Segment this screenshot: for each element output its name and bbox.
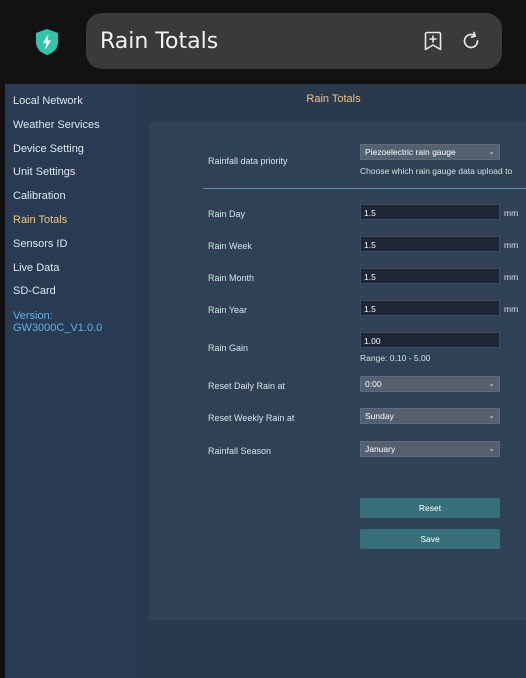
reset-daily-select-value: 0:00	[365, 379, 382, 389]
reset-daily-select[interactable]: 0:00 ⌄	[360, 376, 500, 392]
rainfall-season-select[interactable]: January ⌄	[360, 441, 500, 457]
sidebar-item-live-data[interactable]: Live Data	[5, 257, 141, 281]
main-content: Rain Totals Rainfall data priority Piezo…	[141, 84, 526, 678]
rainfall-season-label: Rainfall Season	[208, 446, 272, 456]
title-bar: Rain Totals	[86, 13, 502, 69]
page-title: Rain Totals	[100, 29, 219, 54]
section-heading: Rain Totals	[306, 93, 361, 105]
refresh-icon[interactable]	[460, 30, 482, 52]
top-bar: Rain Totals	[0, 0, 526, 84]
reset-weekly-select-value: Sunday	[365, 411, 394, 421]
shield-bolt-icon	[36, 29, 58, 55]
rain-month-label: Rain Month	[208, 273, 255, 283]
priority-select-value: Piezoelectric rain gauge	[365, 147, 456, 157]
sidebar-item-local-network[interactable]: Local Network	[5, 90, 141, 114]
rain-totals-panel: Rainfall data priority Piezoelectric rai…	[149, 122, 526, 620]
rain-week-unit: mm	[504, 240, 519, 250]
rain-day-unit: mm	[504, 208, 519, 218]
reset-weekly-label: Reset Weekly Rain at	[208, 413, 295, 423]
bookmark-add-icon[interactable]	[422, 30, 444, 52]
version-label: Version: GW3000C_V1.0.0	[13, 310, 103, 335]
reset-weekly-select[interactable]: Sunday ⌄	[360, 408, 500, 424]
rain-gain-range: Range: 0.10 - 5.00	[360, 353, 431, 363]
rain-year-unit: mm	[504, 304, 519, 314]
priority-select[interactable]: Piezoelectric rain gauge ⌄	[360, 144, 500, 160]
chevron-down-icon: ⌄	[488, 147, 495, 156]
rain-week-input[interactable]: 1.5	[360, 236, 500, 252]
rainfall-season-select-value: January	[365, 444, 396, 454]
rain-week-label: Rain Week	[208, 241, 252, 251]
priority-hint: Choose which rain gauge data upload to	[360, 166, 513, 176]
reset-daily-label: Reset Daily Rain at	[208, 381, 286, 391]
sidebar-item-calibration[interactable]: Calibration	[5, 185, 141, 209]
rain-year-input[interactable]: 1.5	[360, 300, 500, 316]
sidebar-item-rain-totals[interactable]: Rain Totals	[5, 209, 141, 233]
sidebar-item-sensors-id[interactable]: Sensors ID	[5, 233, 141, 257]
reset-button[interactable]: Reset	[360, 498, 500, 518]
sidebar-item-device-setting[interactable]: Device Setting	[5, 138, 141, 162]
chevron-down-icon: ⌄	[488, 411, 495, 420]
rain-month-input[interactable]: 1.5	[360, 268, 500, 284]
sidebar: Local Network Weather Services Device Se…	[5, 84, 141, 678]
sidebar-item-unit-settings[interactable]: Unit Settings	[5, 161, 141, 185]
priority-label: Rainfall data priority	[208, 156, 288, 166]
chevron-down-icon: ⌄	[488, 444, 495, 453]
sidebar-item-sd-card[interactable]: SD-Card	[5, 280, 141, 304]
rain-year-label: Rain Year	[208, 305, 248, 315]
rain-gain-input[interactable]: 1.00	[360, 332, 500, 348]
rain-day-label: Rain Day	[208, 209, 246, 219]
sidebar-item-weather-services[interactable]: Weather Services	[5, 114, 141, 138]
save-button[interactable]: Save	[360, 529, 500, 549]
sidebar-nav: Local Network Weather Services Device Se…	[5, 90, 141, 304]
rain-day-input[interactable]: 1.5	[360, 204, 500, 220]
chevron-down-icon: ⌄	[488, 379, 495, 388]
rain-month-unit: mm	[504, 272, 519, 282]
rain-gain-label: Rain Gain	[208, 343, 249, 353]
divider	[203, 188, 526, 189]
